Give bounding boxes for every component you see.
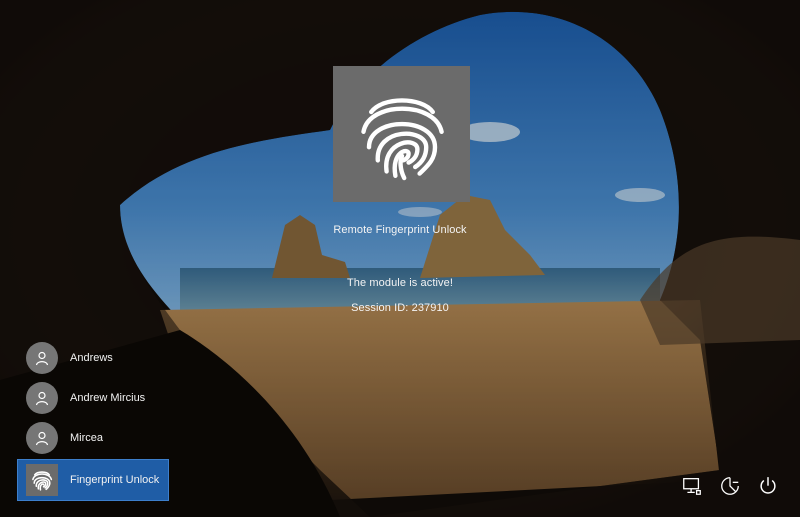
credential-name: Remote Fingerprint Unlock [333,224,467,236]
network-button[interactable] [680,474,704,498]
user-icon [35,351,49,366]
session-id-text: Session ID: 237910 [351,302,449,314]
user-name: Fingerprint Unlock [70,474,160,486]
network-icon [683,478,701,495]
system-icons [680,474,780,498]
user-name: Andrew Mircius [70,392,146,404]
user-item-fingerprint-unlock[interactable]: Fingerprint Unlock [17,459,169,501]
user-item-mircea[interactable]: Mircea [18,418,168,458]
user-name: Mircea [70,432,104,444]
user-item-andrew-mircius[interactable]: Andrew Mircius [18,378,168,418]
avatar [26,464,58,496]
power-icon [760,477,776,494]
fingerprint-icon [360,98,444,181]
user-name: Andrews [70,352,113,364]
user-item-andrews[interactable]: Andrews [18,338,168,378]
ease-of-access-icon [721,477,739,495]
ease-of-access-button[interactable] [718,474,742,498]
avatar [26,342,58,374]
power-button[interactable] [756,474,780,498]
credential-tile[interactable] [333,66,470,202]
avatar [26,422,58,454]
user-icon [35,391,49,406]
fingerprint-icon [32,471,53,491]
module-status-text: The module is active! [346,277,454,289]
user-icon [35,431,49,446]
user-list: Andrews Andrew Mircius Mircea Fingerprin… [17,338,169,501]
avatar [26,382,58,414]
